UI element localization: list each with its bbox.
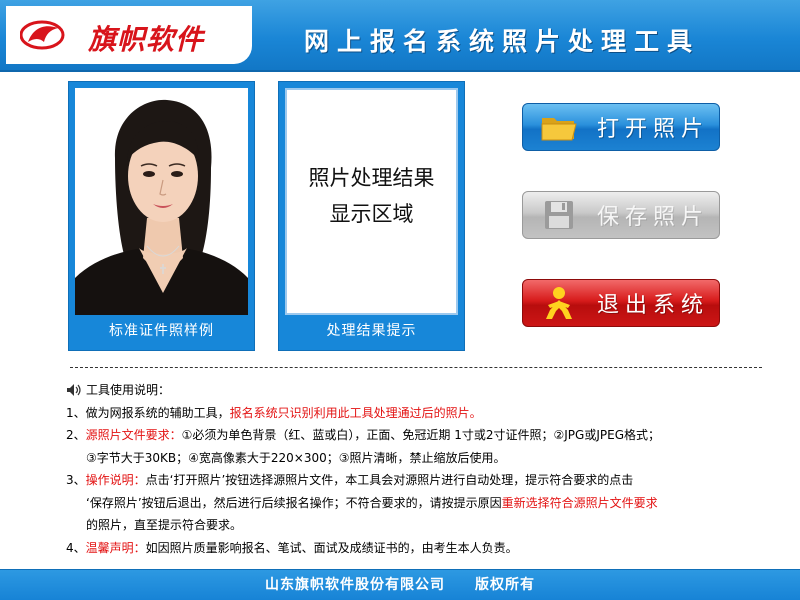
instruction-item-3-cont: ‘保存照片’按钮后退出，然后进行后续报名操作；不符合要求的，请按提示原因重新选择… [66,492,766,515]
save-photo-label: 保存照片 [597,205,710,230]
sample-portrait-image [75,88,248,315]
instruction-3-highlight: 操作说明： [85,473,146,487]
copyright-footer: 山东旗帜软件股份有限公司 版权所有 [0,569,800,600]
floppy-disk-icon [537,197,581,233]
result-hint-line-1: 照片处理结果 [308,166,435,190]
instruction-item-2-cont: ③字节大于30KB；④宽高像素大于220×300；③照片清晰，禁止缩放后使用。 [66,447,766,470]
instructions-title-text: 工具使用说明： [86,383,171,397]
instruction-2-text-cont: ③字节大于30KB；④宽高像素大于220×300；③照片清晰，禁止缩放后使用。 [86,450,506,465]
exit-system-button[interactable]: 退出系统 [522,279,720,327]
section-divider [70,367,762,368]
result-panel-caption: 处理结果提示 [326,323,417,339]
instruction-3-text: 点击‘打开照片’按钮选择源照片文件，本工具会对源照片进行自动处理，提示符合要求的… [145,473,634,487]
open-photo-button[interactable]: 打开照片 [522,103,720,151]
instruction-item-4: 4、温馨声明：如因照片质量影响报名、笔试、面试及成绩证书的，由考生本人负责。 [66,537,766,560]
usage-instructions: 工具使用说明： 1、做为网报系统的辅助工具，报名系统只识别利用此工具处理通过后的… [66,379,766,559]
instruction-1-highlight: 报名系统只识别利用此工具处理通过后的照片。 [229,405,482,420]
result-panel: 照片处理结果 显示区域 处理结果提示 [278,81,465,351]
open-photo-label: 打开照片 [597,117,710,142]
result-hint-line-2: 显示区域 [329,202,414,226]
flag-logo-icon [20,20,65,50]
instructions-title: 工具使用说明： [66,379,766,402]
logo-text: 旗帜软件 [88,23,205,56]
sample-photo-panel: 标准证件照样例 [68,81,255,351]
instruction-2-highlight: 源照片文件要求： [85,428,182,442]
result-hint-text: 照片处理结果 显示区域 [287,160,456,232]
folder-icon [537,109,581,145]
instruction-item-1: 1、做为网报系统的辅助工具，报名系统只识别利用此工具处理通过后的照片。 [66,402,766,425]
instruction-item-3: 3、操作说明：点击‘打开照片’按钮选择源照片文件，本工具会对源照片进行自动处理，… [66,469,766,492]
instruction-4-text: 如因照片质量影响报名、笔试、面试及成绩证书的，由考生本人负责。 [145,540,518,555]
instruction-3-number: 3、 [66,473,86,487]
instruction-2-text: ①必须为单色背景（红、蓝或白），正面、免冠近期 1寸或2寸证件照；②JPG或JP… [181,428,660,442]
sample-photo-caption: 标准证件照样例 [109,323,214,339]
instruction-4-highlight: 温馨声明： [85,540,146,555]
speaker-icon [67,384,81,397]
instruction-item-2: 2、源照片文件要求：①必须为单色背景（红、蓝或白），正面、免冠近期 1寸或2寸证… [66,424,766,447]
instruction-2-number: 2、 [66,428,86,442]
instruction-1-text: 1、做为网报系统的辅助工具， [66,405,230,420]
running-man-icon [537,285,581,321]
sample-photo [75,88,248,315]
app-header: 旗帜软件 网上报名系统照片处理工具 [0,0,800,72]
instruction-3-text-cont: ‘保存照片’按钮后退出，然后进行后续报名操作；不符合要求的，请按提示原因 [86,495,502,510]
logo: 旗帜软件 [6,6,252,64]
instruction-3-text-end: 的照片，直至提示符合要求。 [86,518,243,532]
instruction-item-3-cont-2: 的照片，直至提示符合要求。 [66,514,766,537]
result-display-area: 照片处理结果 显示区域 [285,88,458,315]
instruction-3-highlight-cont: 重新选择符合源照片文件要求 [501,495,658,510]
save-photo-button[interactable]: 保存照片 [522,191,720,239]
app-title: 网上报名系统照片处理工具 [304,27,701,56]
exit-system-label: 退出系统 [597,293,710,318]
instruction-4-number: 4、 [66,540,86,555]
